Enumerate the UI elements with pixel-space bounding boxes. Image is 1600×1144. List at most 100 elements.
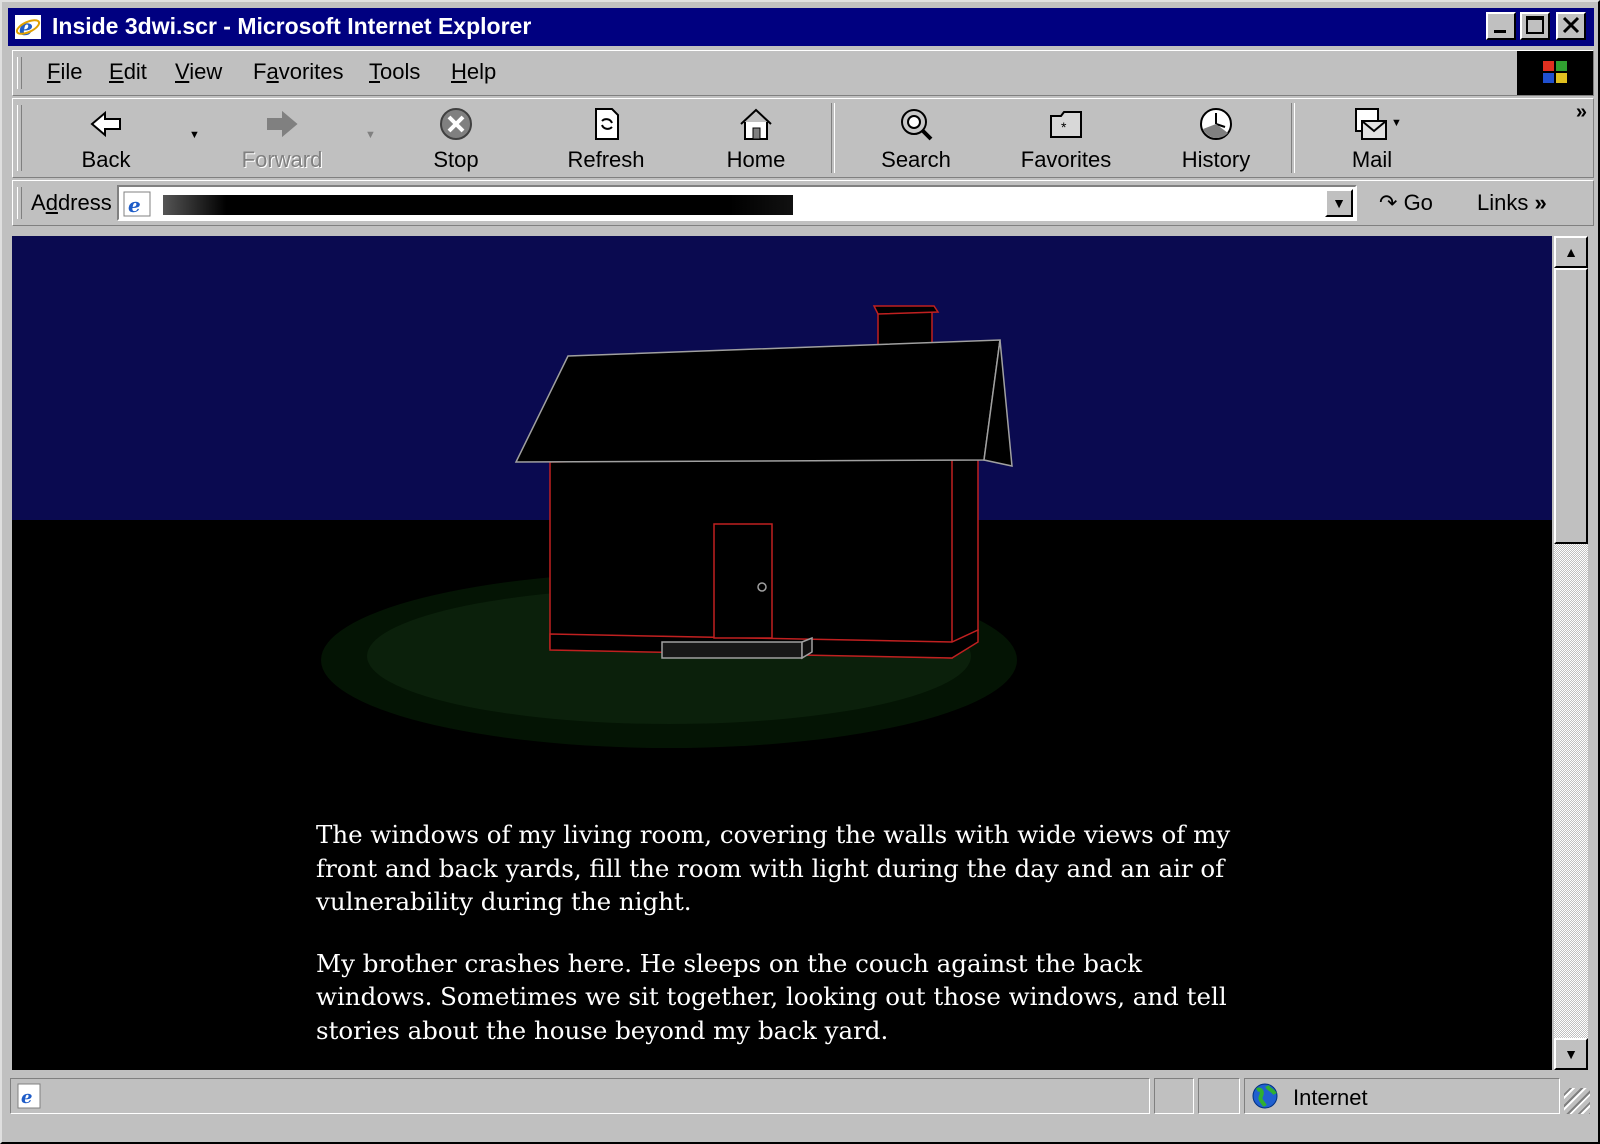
- stop-icon: [440, 108, 472, 140]
- minimize-button[interactable]: [1486, 12, 1516, 40]
- back-arrow-icon: [90, 110, 121, 138]
- menu-help-label: elp: [466, 59, 497, 84]
- back-button[interactable]: Back: [51, 103, 161, 173]
- menu-help-key: H: [451, 59, 467, 84]
- menu-bar: File Edit View Favorites Tools Help: [12, 50, 1594, 96]
- address-label: Address: [31, 190, 112, 216]
- refresh-button[interactable]: Refresh: [551, 103, 661, 173]
- page-content: The windows of my living room, covering …: [12, 236, 1552, 1070]
- browser-window: e Inside 3dwi.scr - Microsoft Internet E…: [0, 0, 1600, 1144]
- menu-edit-label: dit: [123, 59, 147, 84]
- roof: [514, 339, 1001, 463]
- close-icon: [1562, 16, 1580, 34]
- scroll-down-button[interactable]: ▼: [1554, 1038, 1588, 1070]
- menu-file-label: ile: [60, 59, 83, 84]
- menu-view-key: V: [175, 59, 190, 84]
- toolbar-separator-2: [1291, 103, 1295, 173]
- chimney-top: [872, 305, 940, 315]
- back-label: Back: [81, 147, 131, 172]
- go-button[interactable]: ↷ Go: [1379, 190, 1433, 216]
- close-button[interactable]: [1556, 12, 1586, 40]
- dropdown-arrow-icon: ▼: [1332, 195, 1346, 211]
- scroll-up-button[interactable]: ▲: [1554, 236, 1588, 268]
- mail-button[interactable]: Mail: [1317, 103, 1427, 173]
- search-icon: [901, 109, 933, 141]
- svg-text:e: e: [19, 15, 33, 40]
- toolbar-more-chevron[interactable]: »: [1576, 101, 1587, 124]
- page-status-icon: e: [17, 1083, 41, 1109]
- toolbar-grip[interactable]: [17, 105, 22, 171]
- history-button[interactable]: History: [1161, 103, 1271, 173]
- menu-edit[interactable]: Edit: [109, 59, 147, 85]
- favorites-button[interactable]: * Favorites: [1011, 103, 1121, 173]
- standard-toolbar: Back ▼ Forward ▼ Stop Refresh Home Searc…: [12, 98, 1594, 178]
- status-panel-progress: [1154, 1078, 1194, 1114]
- status-zone-panel: Internet: [1244, 1078, 1560, 1114]
- menu-file[interactable]: File: [47, 59, 82, 85]
- front-door: [713, 523, 773, 639]
- forward-button[interactable]: Forward: [227, 103, 337, 173]
- links-button[interactable]: Links »: [1477, 190, 1547, 216]
- menu-file-key: F: [47, 59, 61, 84]
- address-bar-grip[interactable]: [17, 187, 22, 219]
- refresh-label: Refresh: [567, 147, 645, 172]
- toolbar-separator: [831, 103, 835, 173]
- menu-edit-key: E: [109, 59, 124, 84]
- status-bar: e Internet: [8, 1078, 1594, 1136]
- address-label-pre: A: [31, 190, 46, 215]
- home-button[interactable]: Home: [701, 103, 811, 173]
- search-button[interactable]: Search: [861, 103, 971, 173]
- page-ie-icon: e: [123, 191, 151, 217]
- maximize-button[interactable]: [1520, 12, 1550, 40]
- throbber: [1517, 51, 1593, 95]
- menu-help[interactable]: Help: [451, 59, 496, 85]
- history-clock-icon: [1200, 108, 1232, 140]
- go-label: Go: [1403, 190, 1433, 215]
- menu-bar-grip[interactable]: [17, 57, 22, 89]
- go-arrow-icon: ↷: [1379, 190, 1398, 215]
- scroll-thumb[interactable]: [1554, 268, 1588, 544]
- windows-logo-icon: [1543, 61, 1567, 83]
- up-arrow-icon: ▲: [1564, 244, 1578, 260]
- address-label-key: d: [45, 190, 58, 215]
- menu-view[interactable]: View: [175, 59, 222, 85]
- mail-dropdown-arrow[interactable]: ▼: [1391, 117, 1402, 129]
- refresh-icon: [595, 108, 619, 140]
- favorites-label: Favorites: [1020, 147, 1112, 172]
- ie-logo-icon: e: [15, 15, 41, 40]
- forward-label: Forward: [241, 147, 323, 172]
- forward-arrow-icon: [267, 110, 298, 138]
- mail-label: Mail: [1351, 147, 1393, 172]
- down-arrow-icon: ▼: [1564, 1046, 1578, 1062]
- window-title: Inside 3dwi.scr - Microsoft Internet Exp…: [52, 13, 532, 39]
- address-input[interactable]: e ▼: [117, 185, 1357, 221]
- links-more-chevron: »: [1534, 190, 1547, 215]
- menu-tools[interactable]: Tools: [369, 59, 420, 85]
- address-dropdown-button[interactable]: ▼: [1325, 189, 1353, 217]
- resize-grip[interactable]: [1564, 1088, 1590, 1114]
- back-dropdown-arrow[interactable]: ▼: [189, 129, 200, 141]
- story-text: The windows of my living room, covering …: [316, 818, 1236, 1070]
- menu-tools-key: T: [369, 59, 380, 84]
- menu-favorites-key: a: [266, 59, 279, 84]
- home-label: Home: [726, 147, 786, 172]
- mail-icon: [1355, 108, 1387, 140]
- menu-favorites[interactable]: Favorites: [253, 59, 344, 85]
- internet-globe-icon: [1252, 1083, 1278, 1109]
- address-url-redacted: [163, 195, 793, 215]
- story-paragraph-1: The windows of my living room, covering …: [316, 820, 1231, 916]
- stop-label: Stop: [433, 147, 479, 172]
- search-label: Search: [881, 147, 951, 172]
- minimize-icon: [1494, 30, 1506, 33]
- story-paragraph-2: My brother crashes here. He sleeps on th…: [316, 948, 1227, 1045]
- address-bar: Address e ▼ ↷ Go Links »: [12, 180, 1594, 226]
- favorites-folder-icon: *: [1050, 111, 1082, 138]
- links-label: Links: [1477, 190, 1529, 215]
- vertical-scrollbar[interactable]: ▲ ▼: [1554, 236, 1588, 1070]
- forward-dropdown-arrow[interactable]: ▼: [365, 129, 376, 141]
- title-bar[interactable]: e Inside 3dwi.scr - Microsoft Internet E…: [8, 8, 1594, 46]
- svg-text:e: e: [128, 193, 141, 217]
- front-step: [661, 641, 803, 659]
- status-zone-label: Internet: [1293, 1085, 1368, 1110]
- stop-button[interactable]: Stop: [401, 103, 511, 173]
